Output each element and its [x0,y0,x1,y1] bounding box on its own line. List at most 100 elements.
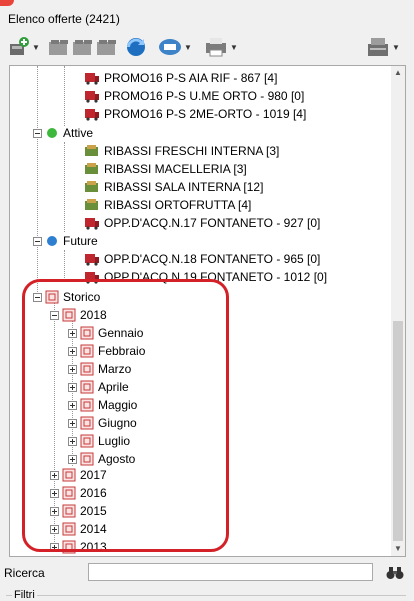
delete-offer-button[interactable] [96,36,118,58]
delete-offer-icon [97,40,116,55]
tree-node-month[interactable]: Gennaio [68,324,143,342]
offers-tree[interactable]: PROMO16 P-S AIA RIF - 867 [4] PROMO16 P-… [9,65,406,557]
list-item[interactable]: OPP.D'ACQ.N.19 FONTANETO - 1012 [0] [84,268,327,286]
list-item[interactable]: OPP.D'ACQ.N.17 FONTANETO - 927 [0] [84,214,320,232]
discount-icon [85,181,98,192]
tree-scrollbar[interactable]: ▲ ▼ [391,66,405,556]
expand-toggle[interactable] [68,418,77,428]
archive-folder-icon [80,326,94,340]
list-item[interactable]: PROMO16 P-S AIA RIF - 867 [4] [84,69,277,87]
archive-folder-icon [80,452,94,466]
expand-toggle[interactable] [50,542,59,552]
expand-toggle[interactable] [50,506,59,516]
chevron-down-icon[interactable]: ▼ [32,43,40,52]
scroll-down-icon[interactable]: ▼ [391,542,405,556]
list-item[interactable]: RIBASSI FRESCHI INTERNA [3] [84,142,279,160]
tree-node-month[interactable]: Giugno [68,414,137,432]
expand-toggle[interactable] [50,470,59,480]
list-item-label: RIBASSI ORTOFRUTTA [4] [104,198,252,212]
tree-node-year[interactable]: 2015 [50,502,107,520]
offer-truck-icon [85,254,99,266]
archive-folder-icon [62,308,76,322]
toolbar: ▼ ▼ ▼ ▼ [0,32,414,62]
cash-register-icon [368,38,388,56]
collapse-toggle[interactable] [50,310,59,320]
tree-node-label: Marzo [98,362,132,376]
tree-content: PROMO16 P-S AIA RIF - 867 [4] PROMO16 P-… [10,66,391,556]
print-button[interactable]: ▼ [204,36,238,58]
tree-node-year[interactable]: 2016 [50,484,107,502]
tree-node-label: Gennaio [98,326,144,340]
tree-node-label: 2015 [80,504,107,518]
search-row: Ricerca [0,560,414,586]
search-input[interactable] [88,563,373,581]
status-dot-icon [47,236,57,246]
tree-node-year[interactable]: 2013 [50,538,107,556]
tree-node-label: Future [63,234,98,248]
new-offer-icon [10,37,29,55]
chevron-down-icon[interactable]: ▼ [392,43,400,52]
collapse-toggle[interactable] [33,236,42,246]
tree-node-month[interactable]: Maggio [68,396,137,414]
tree-node-label: Febbraio [98,344,146,358]
tree-node-year[interactable]: 2014 [50,520,107,538]
expand-toggle[interactable] [68,346,77,356]
discount-icon [85,145,98,156]
search-label: Ricerca [4,566,45,580]
new-offer-button[interactable]: ▼ [8,36,40,58]
list-item-label: RIBASSI SALA INTERNA [12] [104,180,264,194]
scroll-up-icon[interactable]: ▲ [391,66,405,80]
expand-toggle[interactable] [68,364,77,374]
list-item[interactable]: RIBASSI SALA INTERNA [12] [84,178,263,196]
tree-node-year[interactable]: 2017 [50,466,107,484]
expand-toggle[interactable] [68,382,77,392]
tree-node-month[interactable]: Marzo [68,360,131,378]
archive-folder-icon [62,522,76,536]
list-item-label: OPP.D'ACQ.N.18 FONTANETO - 965 [0] [104,252,321,266]
expand-toggle[interactable] [68,400,77,410]
refresh-icon [127,38,145,56]
app-corner-icon [0,0,14,6]
expand-toggle[interactable] [68,328,77,338]
cash-register-button[interactable]: ▼ [366,36,400,58]
expand-toggle[interactable] [68,436,77,446]
tree-node-year-2018[interactable]: 2018 [50,306,107,324]
edit-offer-icon [73,40,92,55]
edit-offer-button[interactable] [72,36,94,58]
copy-offer-button[interactable] [48,36,70,58]
list-item[interactable]: PROMO16 P-S 2ME-ORTO - 1019 [4] [84,105,306,123]
offer-truck-icon [85,73,99,85]
chevron-down-icon[interactable]: ▼ [230,43,238,52]
list-item-label: PROMO16 P-S 2ME-ORTO - 1019 [4] [104,107,307,121]
expand-toggle[interactable] [68,454,77,464]
tree-node-storico[interactable]: Storico [33,288,100,306]
refresh-button[interactable] [124,36,148,58]
tree-node-label: 2018 [80,308,107,322]
list-item[interactable]: RIBASSI ORTOFRUTTA [4] [84,196,251,214]
list-item[interactable]: RIBASSI MACELLERIA [3] [84,160,247,178]
tree-node-month[interactable]: Febbraio [68,342,145,360]
tree-node-label: 2017 [80,468,107,482]
printer-icon [206,38,226,57]
expand-toggle[interactable] [50,488,59,498]
binoculars-icon[interactable] [386,566,404,580]
expand-toggle[interactable] [50,524,59,534]
tree-node-label: Attive [63,126,94,140]
scrollbar-thumb[interactable] [393,321,403,541]
list-item[interactable]: OPP.D'ACQ.N.18 FONTANETO - 965 [0] [84,250,320,268]
tree-node-attive[interactable]: Attive [33,124,93,142]
collapse-toggle[interactable] [33,128,42,138]
tree-node-label: Storico [63,290,101,304]
tree-node-month[interactable]: Luglio [68,432,130,450]
export-button[interactable]: ▼ [158,36,192,58]
status-dot-icon [47,128,57,138]
offer-truck-icon [85,218,99,230]
offer-truck-icon [85,91,99,103]
tree-node-future[interactable]: Future [33,232,98,250]
collapse-toggle[interactable] [33,292,42,302]
archive-folder-icon [80,398,94,412]
chevron-down-icon[interactable]: ▼ [184,43,192,52]
offer-truck-icon [85,109,99,121]
tree-node-month[interactable]: Aprile [68,378,129,396]
list-item[interactable]: PROMO16 P-S U.ME ORTO - 980 [0] [84,87,304,105]
